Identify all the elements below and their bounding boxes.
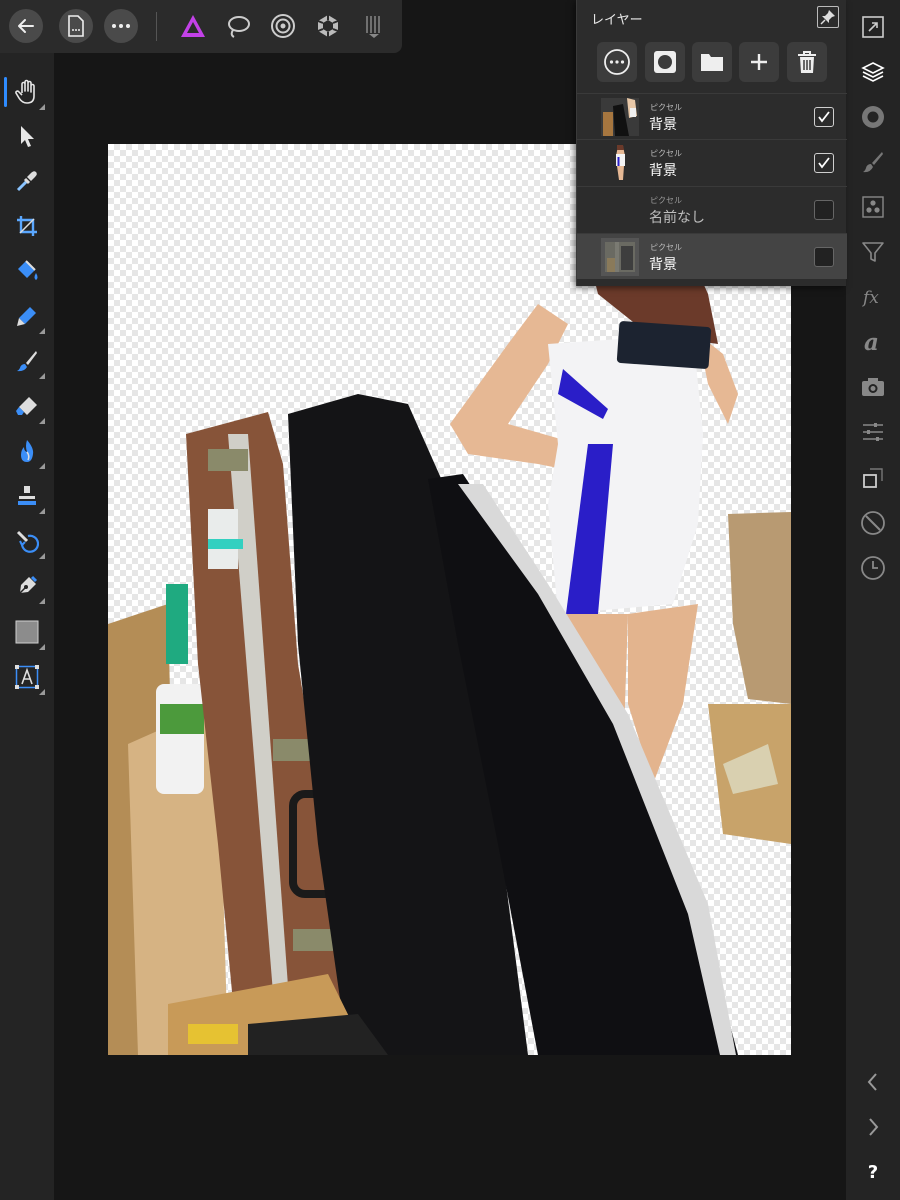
transform-icon[interactable] xyxy=(853,458,893,498)
toolbar-separator xyxy=(156,12,157,41)
layer-row[interactable]: ピクセル 名前なし xyxy=(577,186,847,232)
pen-icon[interactable] xyxy=(7,566,47,606)
options-icon[interactable] xyxy=(597,42,637,82)
layer-name: 背景 xyxy=(649,117,677,133)
visibility-checkbox[interactable] xyxy=(814,247,834,267)
visibility-checkbox[interactable] xyxy=(814,153,834,173)
visibility-checkbox[interactable] xyxy=(814,200,834,220)
svg-text:a: a xyxy=(864,329,879,355)
document-icon[interactable] xyxy=(59,9,93,43)
layer-thumbnail xyxy=(601,98,639,136)
text-styles-icon[interactable]: a xyxy=(853,322,893,362)
layer-type: ピクセル xyxy=(650,196,682,205)
layer-name: 背景 xyxy=(649,163,677,179)
back-arrow-icon[interactable] xyxy=(9,9,43,43)
clone-icon[interactable] xyxy=(7,476,47,516)
develop-persona-icon[interactable] xyxy=(311,9,345,43)
layers-panel: レイヤー ピクセル 背景 ピクセル 背景 ピクセル 名前なし ピクセル 背景 xyxy=(576,0,847,286)
layer-name: 背景 xyxy=(649,257,677,273)
layer-name: 名前なし xyxy=(649,210,705,226)
top-toolbar xyxy=(0,0,402,53)
rectangle-icon[interactable] xyxy=(7,612,47,652)
layer-type: ピクセル xyxy=(650,103,682,112)
svg-text:fx: fx xyxy=(861,288,879,308)
crop-icon[interactable] xyxy=(7,206,47,246)
history-icon[interactable] xyxy=(853,548,893,588)
selection-persona-icon[interactable] xyxy=(221,9,255,43)
selection-brush-icon[interactable] xyxy=(7,296,47,336)
healing-icon[interactable] xyxy=(7,521,47,561)
chevron-right-icon[interactable] xyxy=(853,1107,893,1147)
layer-row-selected[interactable]: ピクセル 背景 xyxy=(577,233,847,279)
chevron-left-icon[interactable] xyxy=(853,1062,893,1102)
more-icon[interactable] xyxy=(104,9,138,43)
add-layer-icon[interactable] xyxy=(739,42,779,82)
layer-row[interactable]: ピクセル 背景 xyxy=(577,93,847,139)
layers-actions xyxy=(577,40,847,84)
filter-icon[interactable] xyxy=(853,232,893,272)
move-icon[interactable] xyxy=(7,116,47,156)
stock-icon[interactable] xyxy=(853,503,893,543)
pin-icon[interactable] xyxy=(817,6,839,28)
layers-icon[interactable] xyxy=(853,52,893,92)
mask-icon[interactable] xyxy=(645,42,685,82)
fill-icon[interactable] xyxy=(7,251,47,291)
burn-icon[interactable] xyxy=(7,431,47,471)
layer-thumbnail xyxy=(601,144,639,182)
channels-icon[interactable] xyxy=(853,187,893,227)
layer-type: ピクセル xyxy=(650,243,682,252)
layer-type: ピクセル xyxy=(650,149,682,158)
export-persona-icon[interactable] xyxy=(357,9,391,43)
studio-bar: fx a ? xyxy=(846,0,900,1200)
fx-icon[interactable]: fx xyxy=(853,277,893,317)
adjustments-icon[interactable] xyxy=(853,412,893,452)
photo-persona-icon[interactable] xyxy=(176,9,210,43)
liquify-persona-icon[interactable] xyxy=(266,9,300,43)
visibility-checkbox[interactable] xyxy=(814,107,834,127)
color-icon[interactable] xyxy=(853,97,893,137)
help-button[interactable]: ? xyxy=(853,1152,893,1192)
delete-icon[interactable] xyxy=(787,42,827,82)
hand-icon[interactable] xyxy=(7,72,47,112)
layer-thumbnail xyxy=(601,191,639,229)
tools-panel xyxy=(0,53,54,1200)
navigator-icon[interactable] xyxy=(853,7,893,47)
layers-header: レイヤー xyxy=(577,0,847,34)
color-picker-icon[interactable] xyxy=(7,161,47,201)
paint-brush-icon[interactable] xyxy=(7,341,47,381)
layer-row[interactable]: ピクセル 背景 xyxy=(577,139,847,185)
layers-title: レイヤー xyxy=(591,13,643,28)
text-icon[interactable] xyxy=(7,657,47,697)
eraser-icon[interactable] xyxy=(7,386,47,426)
layer-thumbnail xyxy=(601,238,639,276)
snapshots-icon[interactable] xyxy=(853,367,893,407)
brushes-icon[interactable] xyxy=(853,142,893,182)
group-folder-icon[interactable] xyxy=(692,42,732,82)
